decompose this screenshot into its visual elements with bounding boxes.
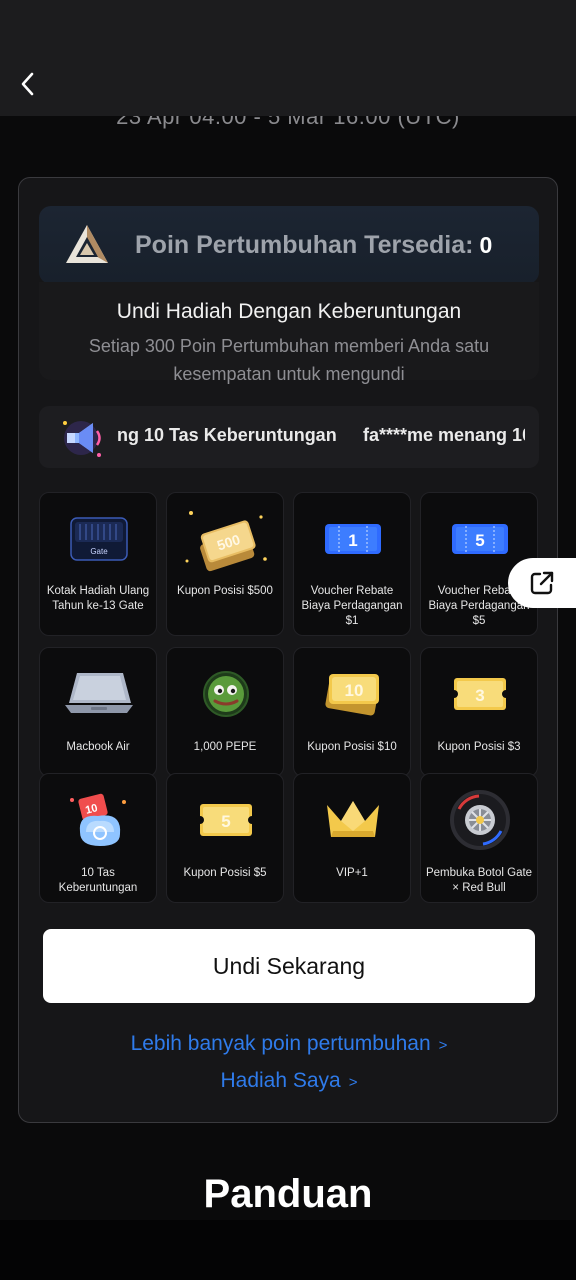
tire-bottle-opener-icon (450, 790, 510, 850)
prize-label: Macbook Air (66, 741, 130, 753)
prize-card[interactable]: Macbook Air (39, 647, 157, 777)
voucher-5-icon: 5 (452, 524, 508, 554)
more-growth-points-link[interactable]: Lebih banyak poin pertumbuhan > (19, 1032, 559, 1056)
prize-card[interactable]: 1,000 PEPE (166, 647, 284, 777)
gift-box-icon: Gate (70, 517, 128, 561)
prize-card[interactable]: 5 Kupon Posisi $5 (166, 773, 284, 903)
prize-label: VIP+1 (336, 867, 368, 879)
back-button[interactable] (12, 66, 44, 102)
voucher-badge: 5 (475, 531, 484, 550)
prize-card[interactable]: 1 Voucher Rebate Biaya Perdagangan $1 (293, 492, 411, 636)
coupon-10-icon: 10 (325, 674, 379, 716)
coupon-500-icon: 500 (185, 511, 267, 572)
lottery-info: Undi Hadiah Dengan Keberuntungan Setiap … (39, 282, 539, 384)
winners-marquee: ng 10 Tas Keberuntungan fa****me menang … (39, 406, 539, 468)
points-value: 0 (479, 231, 493, 258)
share-button[interactable] (508, 558, 576, 608)
pepe-coin-icon (203, 671, 249, 717)
gate-triangle-logo-icon (66, 225, 108, 263)
chevron-right-icon: > (438, 1037, 448, 1054)
prize-card[interactable]: 10 10 Tas Keberuntungan (39, 773, 157, 903)
my-prizes-link[interactable]: Hadiah Saya > (19, 1069, 559, 1093)
coupon-3-icon: 3 (450, 678, 510, 710)
more-growth-points-label: Lebih banyak poin pertumbuhan (130, 1032, 431, 1055)
coupon-badge: 3 (475, 686, 484, 705)
megaphone-icon (63, 421, 101, 457)
prize-label: Kupon Posisi $3 (437, 741, 521, 753)
guide-title: Panduan (203, 1172, 373, 1216)
page: 23 Apr 04:00 - 5 Mar 16:00 (UTC) Poin Pe… (0, 0, 576, 1280)
marquee-message: fa****me menang 10 (363, 425, 525, 445)
voucher-1-icon: 1 (325, 524, 381, 554)
prize-label: Kupon Posisi $10 (307, 741, 397, 753)
coupon-badge: 5 (221, 812, 230, 831)
prize-label: 10 Tas Keberuntungan (58, 867, 138, 894)
lucky-bag-icon: 10 (70, 793, 126, 846)
prize-card[interactable]: 3 Kupon Posisi $3 (420, 647, 538, 777)
prize-label: 1,000 PEPE (193, 741, 257, 753)
prize-label: Kupon Posisi $500 (177, 585, 273, 597)
crown-icon (327, 801, 379, 837)
marquee-track: ng 10 Tas Keberuntungan fa****me menang … (117, 406, 525, 468)
prize-card[interactable]: Pembuka Botol Gate × Red Bull (420, 773, 538, 903)
points-banner: Poin Pertumbuhan Tersedia: 0 (39, 206, 539, 284)
prize-label: Kupon Posisi $5 (183, 867, 267, 879)
draw-now-button[interactable]: Undi Sekarang (43, 929, 535, 1003)
voucher-badge: 1 (348, 531, 357, 550)
laptop-icon (65, 673, 133, 713)
prize-label: Voucher Rebate Biaya Perdagangan $1 (301, 585, 403, 627)
bottom-bar (0, 1220, 576, 1280)
top-bar (0, 0, 576, 116)
share-external-icon (530, 571, 554, 595)
prize-card[interactable]: 500 Kupon Posisi $500 (166, 492, 284, 636)
points-label: Poin Pertumbuhan Tersedia: (135, 230, 474, 259)
prize-card[interactable]: Gate Kotak Hadiah Ulang Tahun ke-13 Gate (39, 492, 157, 636)
lottery-card: Poin Pertumbuhan Tersedia: 0 Undi Hadiah… (18, 177, 558, 1123)
prize-label: Kotak Hadiah Ulang Tahun ke-13 Gate (46, 585, 150, 612)
prize-card[interactable]: VIP+1 (293, 773, 411, 903)
chevron-left-icon (21, 72, 34, 96)
prize-label: Pembuka Botol Gate × Red Bull (425, 867, 533, 894)
my-prizes-label: Hadiah Saya (220, 1069, 341, 1092)
marquee-message: ng 10 Tas Keberuntungan (117, 425, 337, 445)
coupon-badge: 10 (345, 681, 364, 700)
gift-box-logo-text: Gate (90, 547, 108, 556)
coupon-5-icon: 5 (196, 804, 256, 836)
prize-card[interactable]: 10 Kupon Posisi $10 (293, 647, 411, 777)
lottery-description: Setiap 300 Poin Pertumbuhan memberi Anda… (88, 336, 490, 384)
lottery-title: Undi Hadiah Dengan Keberuntungan (116, 300, 462, 323)
chevron-right-icon: > (348, 1074, 358, 1091)
